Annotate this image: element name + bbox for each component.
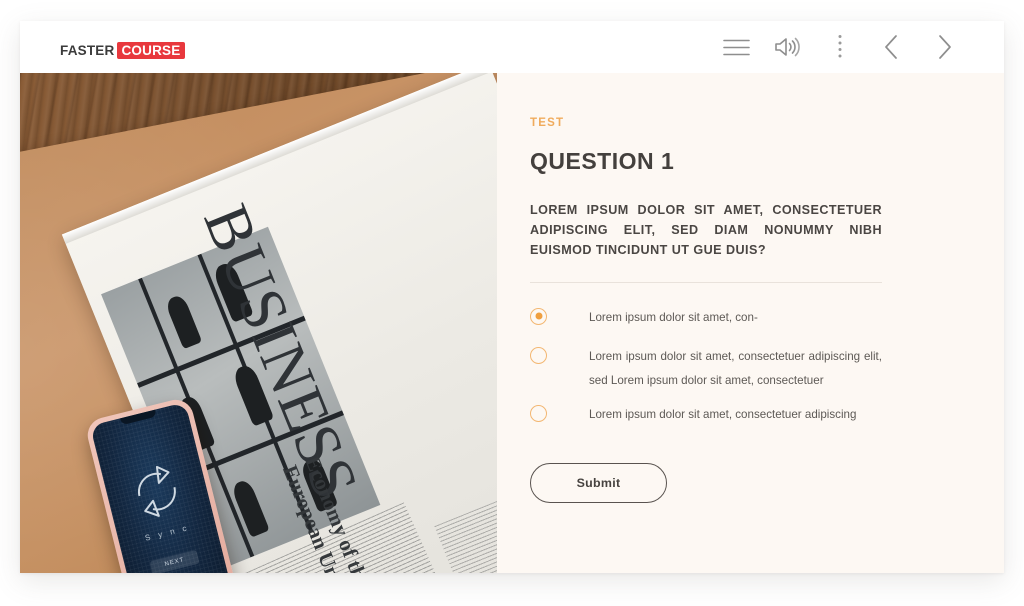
divider [530, 281, 882, 283]
answer-option-3[interactable]: Lorem ipsum dolor sit amet, consectetuer… [530, 403, 882, 427]
volume-icon[interactable] [762, 21, 814, 73]
more-options-icon[interactable] [814, 21, 866, 73]
answer-option-1[interactable]: Lorem ipsum dolor sit amet, con- [530, 306, 882, 330]
question-prompt: LOREM IPSUM DOLOR SIT AMET, CONSECTETUER… [530, 203, 882, 257]
next-icon[interactable] [918, 21, 970, 73]
question-eyebrow: TEST [530, 117, 565, 129]
previous-icon[interactable] [866, 21, 918, 73]
answer-options: Lorem ipsum dolor sit amet, con- Lorem i… [530, 306, 882, 427]
brand-logo-primary: FASTER [60, 43, 115, 58]
answer-option-label: Lorem ipsum dolor sit amet, con- [589, 310, 758, 324]
radio-icon[interactable] [530, 347, 547, 365]
slide-content: BUSINESS Economy of the European Union S… [20, 73, 1004, 573]
player-header: FASTER COURSE [20, 21, 1004, 73]
slide-image: BUSINESS Economy of the European Union S… [20, 73, 497, 573]
answer-option-label: Lorem ipsum dolor sit amet, consectetuer… [589, 407, 857, 421]
answer-option-label: Lorem ipsum dolor sit amet, consectetuer… [589, 350, 882, 388]
page-title: QUESTION 1 [530, 148, 675, 174]
brand-logo-accent: COURSE [117, 42, 186, 59]
question-panel: TEST QUESTION 1 LOREM IPSUM DOLOR SIT AM… [497, 73, 1004, 573]
answer-option-2[interactable]: Lorem ipsum dolor sit amet, consectetuer… [530, 345, 882, 393]
brand-logo[interactable]: FASTER COURSE [60, 42, 186, 59]
radio-icon-selected[interactable] [530, 307, 547, 325]
header-toolbar [710, 21, 970, 73]
newspaper-text-columns-2 [434, 470, 497, 573]
submit-button[interactable]: Submit [530, 462, 667, 503]
menu-icon[interactable] [710, 21, 762, 73]
course-player-card: FASTER COURSE BUSINESS Economy of the Eu… [20, 21, 1004, 573]
radio-icon[interactable] [530, 404, 547, 422]
